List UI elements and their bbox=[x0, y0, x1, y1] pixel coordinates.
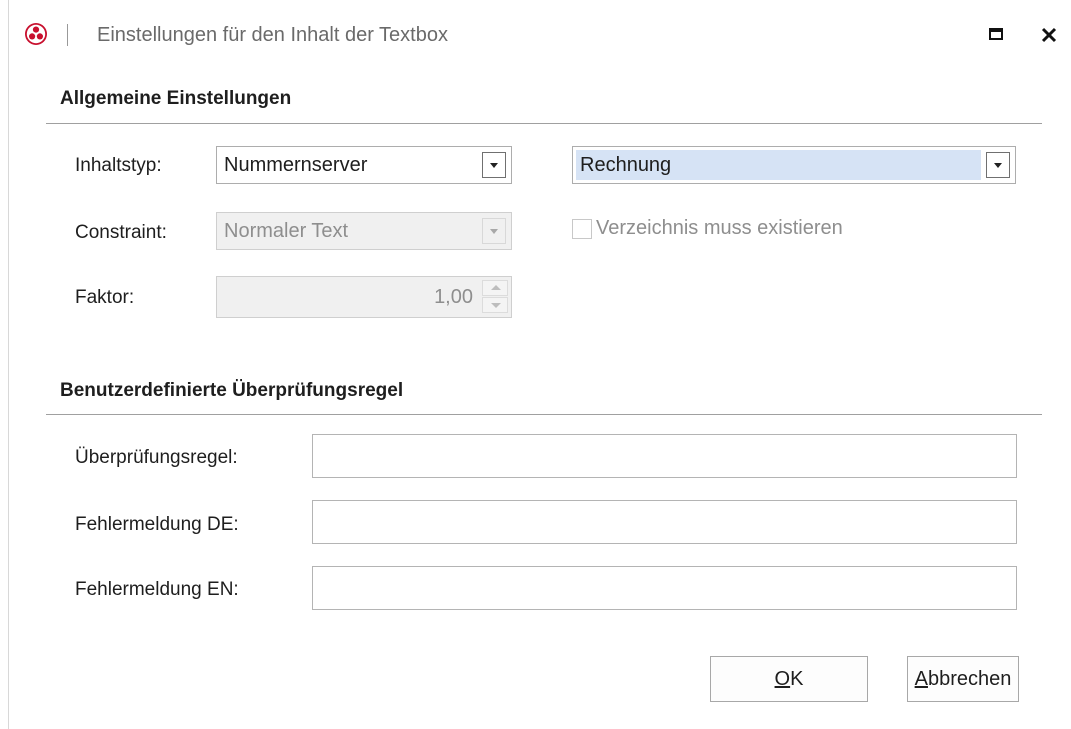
content-type-dropdown-button[interactable] bbox=[482, 152, 506, 178]
validation-rule-label: Überprüfungsregel: bbox=[75, 447, 238, 468]
close-icon bbox=[1041, 27, 1057, 43]
error-message-de-label: Fehlermeldung DE: bbox=[75, 514, 239, 535]
ok-mnemonic: O bbox=[774, 668, 791, 690]
maximize-button[interactable] bbox=[985, 22, 1011, 48]
number-server-select[interactable]: Rechnung bbox=[572, 146, 1016, 184]
directory-must-exist-checkbox[interactable] bbox=[572, 219, 592, 239]
ok-label-rest: K bbox=[790, 668, 804, 690]
error-message-en-input[interactable] bbox=[312, 566, 1017, 610]
constraint-dropdown-button[interactable] bbox=[482, 218, 506, 244]
window-title: Einstellungen für den Inhalt der Textbox bbox=[97, 24, 448, 46]
validation-rule-input[interactable] bbox=[312, 434, 1017, 478]
cancel-label-rest: bbrechen bbox=[927, 668, 1012, 690]
factor-decrement-button[interactable] bbox=[482, 297, 508, 313]
factor-value: 1,00 bbox=[434, 286, 473, 308]
settings-dialog: Einstellungen für den Inhalt der Textbox… bbox=[0, 0, 1071, 729]
factor-label: Faktor: bbox=[75, 287, 135, 308]
error-message-de-input[interactable] bbox=[312, 500, 1017, 544]
general-section-title: Allgemeine Einstellungen bbox=[60, 88, 292, 109]
title-separator bbox=[67, 24, 68, 46]
chevron-down-icon bbox=[490, 163, 498, 168]
number-server-dropdown-button[interactable] bbox=[986, 152, 1010, 178]
constraint-label: Constraint: bbox=[75, 222, 167, 243]
number-server-value: Rechnung bbox=[580, 154, 672, 176]
general-section-divider bbox=[46, 123, 1042, 124]
validation-section-title: Benutzerdefinierte Überprüfungsregel bbox=[60, 380, 404, 401]
content-type-select[interactable]: Nummernserver bbox=[216, 146, 512, 184]
close-button[interactable] bbox=[1036, 22, 1062, 48]
constraint-select[interactable]: Normaler Text bbox=[216, 212, 512, 250]
maximize-icon bbox=[989, 28, 1003, 40]
factor-spinner[interactable]: 1,00 bbox=[216, 276, 512, 318]
app-logo-icon bbox=[25, 23, 47, 45]
title-bar[interactable]: Einstellungen für den Inhalt der Textbox bbox=[0, 0, 1071, 72]
ok-button[interactable]: OK bbox=[710, 656, 868, 702]
cancel-mnemonic: A bbox=[914, 668, 928, 690]
constraint-value: Normaler Text bbox=[224, 220, 349, 242]
directory-must-exist-label: Verzeichnis muss existieren bbox=[596, 217, 843, 239]
error-message-en-label: Fehlermeldung EN: bbox=[75, 579, 239, 600]
content-type-label: Inhaltstyp: bbox=[75, 155, 162, 176]
chevron-down-icon bbox=[490, 229, 498, 234]
chevron-down-icon bbox=[491, 303, 501, 308]
window-border bbox=[8, 0, 9, 729]
chevron-down-icon bbox=[994, 163, 1002, 168]
cancel-button[interactable]: Abbrechen bbox=[907, 656, 1019, 702]
content-type-value: Nummernserver bbox=[224, 154, 368, 176]
validation-section-divider bbox=[46, 414, 1042, 415]
factor-increment-button[interactable] bbox=[482, 280, 508, 296]
chevron-up-icon bbox=[491, 285, 501, 290]
